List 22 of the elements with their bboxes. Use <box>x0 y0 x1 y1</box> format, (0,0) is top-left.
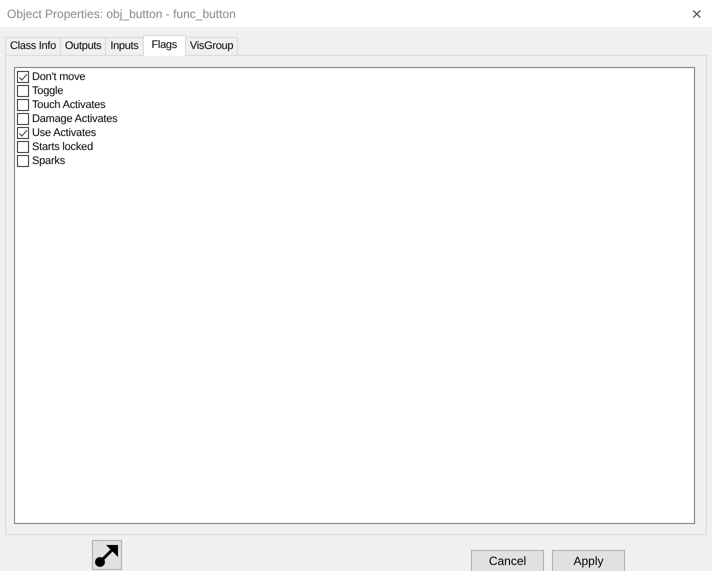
tab[interactable]: VisGroup <box>184 37 238 55</box>
checkbox[interactable] <box>17 127 29 139</box>
checkbox[interactable] <box>17 71 29 83</box>
checkbox-label[interactable]: Sparks <box>32 155 66 167</box>
checkbox-label[interactable]: Touch Activates <box>32 99 106 111</box>
close-button[interactable]: × <box>691 4 702 22</box>
checkbox[interactable] <box>17 85 29 97</box>
picker-button[interactable] <box>92 540 122 570</box>
tab[interactable]: Flags <box>142 35 186 56</box>
checkbox[interactable] <box>17 99 29 111</box>
checkbox-label[interactable]: Toggle <box>32 85 64 97</box>
checkbox[interactable] <box>17 113 29 125</box>
checkbox-label[interactable]: Damage Activates <box>32 113 118 125</box>
checkbox-label[interactable]: Starts locked <box>32 141 93 153</box>
cancel-button[interactable]: Cancel <box>471 550 544 571</box>
tab[interactable]: Class Info <box>5 37 61 55</box>
checkbox[interactable] <box>17 141 29 153</box>
checkbox-label[interactable]: Use Activates <box>32 127 96 139</box>
checkbox-label[interactable]: Don't move <box>32 71 86 83</box>
checkbox[interactable] <box>17 155 29 167</box>
apply-button[interactable]: Apply <box>552 550 625 571</box>
window-title: Object Properties: obj_button - func_button <box>7 6 236 20</box>
